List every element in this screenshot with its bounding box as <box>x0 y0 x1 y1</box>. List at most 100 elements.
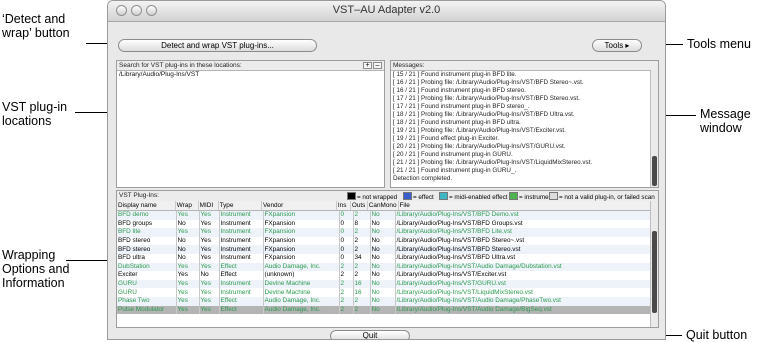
cell-ins: 2 <box>339 305 354 315</box>
cell-display-name: BFD demo <box>117 211 177 220</box>
table-row[interactable]: GURU Yes Yes Instrument Devine Machine 2 16 No /… <box>117 288 654 297</box>
title-bar[interactable]: VST–AU Adapter v2.0 <box>108 1 665 22</box>
add-location-button[interactable]: + <box>363 62 372 69</box>
column-outs[interactable]: Outs <box>350 201 368 210</box>
cell-canmono: No <box>370 228 396 237</box>
column-file[interactable]: File <box>398 201 651 210</box>
tools-menu-button[interactable]: Tools ▸ <box>592 39 642 52</box>
column-display-name[interactable]: Display name <box>117 201 176 210</box>
legend-swatch <box>347 192 356 200</box>
annotation-text: VST plug-in <box>2 100 68 114</box>
table-row[interactable]: BFD groups No Yes Instrument FXpansion 0 8 No/L… <box>117 219 654 229</box>
table-row[interactable]: BFD stereo No Yes Instrument FXpansion 0 2 No/L… <box>117 245 654 254</box>
messages-scrollbar[interactable] <box>650 70 658 187</box>
table-row[interactable]: DubStation Yes Yes Effect Audio Damage, Inc.… <box>117 262 654 272</box>
table-row[interactable]: GURU Yes Yes Instrument Devine Machine 2 16 No /… <box>117 279 654 289</box>
cell-wrap[interactable]: No <box>176 219 200 229</box>
cell-wrap[interactable]: Yes <box>176 288 200 297</box>
cell-ins: 0 <box>339 211 354 220</box>
table-row[interactable]: BFD demo Yes Yes Instrument FXpansion 0 2 No/Li… <box>117 211 654 220</box>
cell-wrap[interactable]: No <box>176 245 200 254</box>
cell-canmono: No <box>370 253 396 263</box>
legend-swatch <box>549 192 558 200</box>
cell-midi[interactable]: Yes <box>199 305 220 315</box>
cell-canmono: No <box>370 305 396 315</box>
cell-midi[interactable]: Yes <box>199 236 220 246</box>
table-row[interactable]: BFD ultra No Yes Instrument FXpansion 0 34 No/L… <box>117 253 654 263</box>
cell-wrap[interactable]: Yes <box>176 211 200 220</box>
cell-canmono: No <box>370 262 396 272</box>
cell-file: /Library/Audio/Plug-Ins/VST/BFD Stereo~.… <box>395 236 654 246</box>
plugins-scrollbar[interactable] <box>650 201 658 327</box>
cell-wrap[interactable]: Yes <box>176 279 200 289</box>
cell-ins: 0 <box>339 228 354 237</box>
cell-display-name: Exciter <box>117 271 177 280</box>
message-line: [ 19 / 21 ] Probing file: /Library/Audio… <box>393 127 566 134</box>
table-row[interactable]: Exciter Yes No Effect (unknown) 2 2 No/Library/… <box>117 271 654 280</box>
cell-vendor: FXpansion <box>263 219 340 229</box>
cell-midi[interactable]: Yes <box>199 228 220 237</box>
cell-vendor: FXpansion <box>263 236 340 246</box>
cell-midi[interactable]: Yes <box>199 245 220 254</box>
cell-canmono: No <box>370 219 396 229</box>
cell-midi[interactable]: No <box>199 271 220 280</box>
cell-canmono: No <box>370 279 396 289</box>
cell-wrap[interactable]: Yes <box>176 271 200 280</box>
column-wrap[interactable]: Wrap <box>175 201 199 210</box>
cell-display-name: GURU <box>117 279 177 289</box>
cell-midi[interactable]: Yes <box>199 219 220 229</box>
cell-outs: 2 <box>353 245 371 254</box>
cell-midi[interactable]: Yes <box>199 288 220 297</box>
message-line: [ 16 / 21 ] Probing file: /Library/Audio… <box>393 79 584 86</box>
message-line: [ 19 / 21 ] Found effect plug-in Exciter… <box>393 135 499 142</box>
message-window: Messages: [ 15 / 21 ] Found instrument p… <box>390 60 659 188</box>
cell-ins: 2 <box>339 279 354 289</box>
cell-wrap[interactable]: Yes <box>176 228 200 237</box>
cell-wrap[interactable]: No <box>176 253 200 263</box>
location-path[interactable]: /Library/Audio/Plug-Ins/VST <box>119 71 199 79</box>
cell-midi[interactable]: Yes <box>199 253 220 263</box>
detect-wrap-button[interactable]: Detect and wrap VST plug-ins... <box>118 39 317 52</box>
cell-midi[interactable]: Yes <box>199 262 220 272</box>
cell-outs: 2 <box>353 228 371 237</box>
cell-vendor: (unknown) <box>263 271 340 280</box>
cell-display-name: Pulse Modulator <box>117 305 177 315</box>
annotation-text: wrap’ button <box>2 26 70 40</box>
cell-canmono: No <box>370 296 396 306</box>
plugins-table: BFD demo Yes Yes Instrument FXpansion 0 2 No/Li… <box>117 211 654 315</box>
table-row[interactable]: Pulse Modulator Yes Yes Effect Audio Damage,… <box>117 305 654 315</box>
cell-display-name: BFD ultra <box>117 253 177 263</box>
message-line: [ 16 / 21 ] Found instrument plug-in BFD… <box>393 87 527 94</box>
message-line: Detection completed. <box>393 175 453 182</box>
cell-wrap[interactable]: Yes <box>176 305 200 315</box>
table-row[interactable]: BFD stereo No Yes Instrument FXpansion 0 2 No/L… <box>117 236 654 246</box>
cell-file: /Library/Audio/Plug-Ins/VST/Audio Damage… <box>395 262 654 272</box>
plugins-title: VST Plug-Ins: <box>119 192 159 199</box>
messages-scroll-thumb[interactable] <box>652 156 657 186</box>
cell-wrap[interactable]: Yes <box>176 262 200 272</box>
column-ins[interactable]: Ins <box>336 201 351 210</box>
cell-display-name: BFD stereo <box>117 245 177 254</box>
column-midi[interactable]: MIDI <box>198 201 219 210</box>
plugins-scroll-thumb[interactable] <box>652 231 657 313</box>
cell-ins: 0 <box>339 245 354 254</box>
message-line: [ 17 / 21 ] Found instrument plug-in BFD… <box>393 103 530 110</box>
table-row[interactable]: Phase Two Yes Yes Effect Audio Damage, Inc. 2… <box>117 296 654 306</box>
message-line: [ 20 / 21 ] Probing file: /Library/Audio… <box>393 143 566 150</box>
column-vendor[interactable]: Vendor <box>261 201 337 210</box>
cell-outs: 34 <box>353 253 371 263</box>
quit-button[interactable]: Quit <box>330 330 410 339</box>
cell-display-name: BFD lite <box>117 228 177 237</box>
cell-midi[interactable]: Yes <box>199 296 220 306</box>
remove-location-button[interactable]: – <box>373 62 382 69</box>
column-canmono[interactable]: CanMono <box>367 201 399 210</box>
plugins-column-header: Display name Wrap MIDI Type Vendor Ins O… <box>117 201 651 211</box>
cell-type: Instrument <box>219 245 264 254</box>
cell-type: Instrument <box>219 228 264 237</box>
table-row[interactable]: BFD lite Yes Yes Instrument FXpansion 0 2 No/Li… <box>117 228 654 237</box>
cell-wrap[interactable]: Yes <box>176 296 200 306</box>
cell-midi[interactable]: Yes <box>199 279 220 289</box>
column-type[interactable]: Type <box>218 201 262 210</box>
cell-wrap[interactable]: No <box>176 236 200 246</box>
cell-midi[interactable]: Yes <box>199 211 220 220</box>
